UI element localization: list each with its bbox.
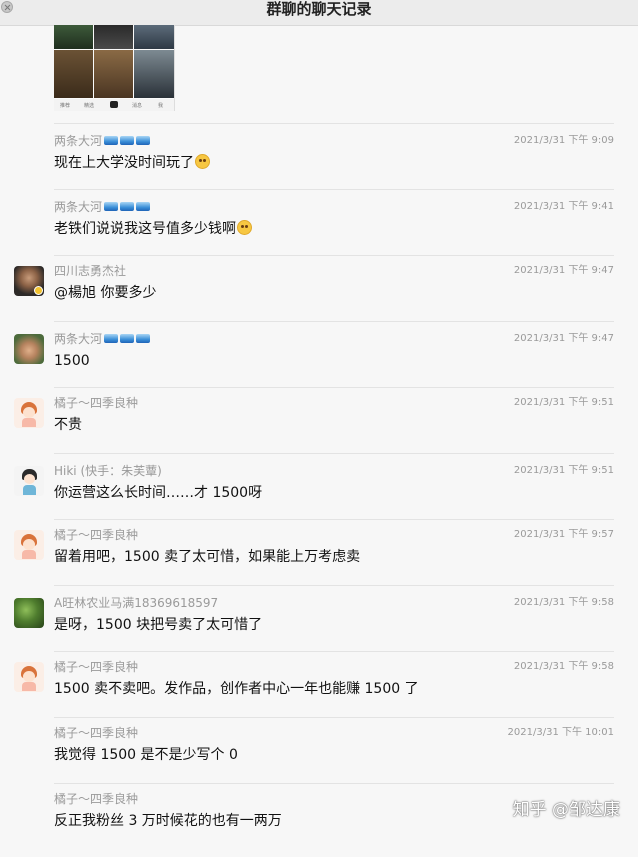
message-text: 1500 卖不卖吧。发作品，创作者中心一年也能赚 1500 了: [54, 681, 419, 697]
message-text: 是呀，1500 块把号卖了太可惜了: [54, 617, 263, 633]
message-time: 2021/3/31 下午 9:41: [513, 201, 614, 212]
separator: [54, 387, 614, 388]
message-time: 2021/3/31 下午 10:01: [507, 727, 614, 738]
window-titlebar: 群聊的聊天记录: [0, 0, 638, 26]
avatar[interactable]: [14, 334, 44, 364]
wave-emoji-badges: [104, 332, 152, 348]
zany-face-icon: [237, 220, 252, 235]
avatar[interactable]: [14, 466, 44, 496]
separator: [54, 255, 614, 256]
separator: [54, 321, 614, 322]
message-time: 2021/3/31 下午 9:51: [513, 397, 614, 408]
verified-badge-icon: [34, 286, 43, 295]
message-text: 反正我粉丝 3 万时候花的也有一两万: [54, 813, 282, 829]
thumbnail-tab: 推荐: [60, 103, 71, 109]
thumbnail-tabbar: 推荐 精选 消息 我: [54, 99, 174, 111]
wave-emoji-badges: [104, 200, 152, 216]
sender-name: A旺林农业马满18369618597: [54, 596, 219, 610]
message-text: 现在上大学没时间玩了: [54, 153, 210, 173]
shared-image-thumbnail[interactable]: 推荐 精选 消息 我: [54, 25, 175, 111]
message-time: 2021/3/31 下午 9:47: [513, 265, 614, 276]
thumbnail-tab: 精选: [84, 103, 95, 109]
separator: [54, 585, 614, 586]
chat-message[interactable]: 橘子～四季良种 2021/3/31 下午 10:01 我觉得 1500 是不是少…: [0, 725, 638, 791]
chat-message[interactable]: 橘子～四季良种 2021/3/31 下午 9:58 1500 卖不卖吧。发作品，…: [0, 659, 638, 725]
sender-name: 两条大河: [54, 331, 152, 348]
separator: [54, 519, 614, 520]
watermark: 知乎 @邹达康: [512, 800, 620, 820]
message-time: 2021/3/31 下午 9:51: [513, 465, 614, 476]
avatar[interactable]: [14, 598, 44, 628]
message-time: 2021/3/31 下午 9:57: [513, 529, 614, 540]
sender-name: 两条大河: [54, 199, 152, 216]
message-text: 我觉得 1500 是不是少写个 0: [54, 747, 238, 763]
message-text: 你运营这么长时间……才 1500呀: [54, 485, 263, 501]
sender-name: 四川志勇杰社: [54, 264, 127, 278]
chat-message[interactable]: 橘子～四季良种 2021/3/31 下午 9:51 不贵: [0, 395, 638, 461]
camera-icon: [110, 101, 118, 108]
thumbnail-tab: 消息: [132, 103, 143, 109]
message-time: 2021/3/31 下午 9:09: [513, 135, 614, 146]
separator: [54, 717, 614, 718]
message-time: 2021/3/31 下午 9:58: [513, 597, 614, 608]
message-text: 留着用吧，1500 卖了太可惜，如果能上万考虑卖: [54, 549, 361, 565]
sender-name: 橘子～四季良种: [54, 792, 139, 806]
message-time: 2021/3/31 下午 9:47: [513, 333, 614, 344]
flushed-face-icon: [195, 154, 210, 169]
avatar[interactable]: [14, 662, 44, 692]
message-text: 1500: [54, 353, 90, 369]
message-text: 不贵: [54, 417, 82, 433]
separator: [54, 783, 614, 784]
message-text: 老铁们说说我这号值多少钱啊: [54, 219, 252, 239]
separator: [54, 651, 614, 652]
window-title: 群聊的聊天记录: [266, 0, 372, 18]
separator: [54, 453, 614, 454]
sender-name: 橘子～四季良种: [54, 726, 139, 740]
avatar[interactable]: [14, 266, 44, 296]
sender-name: 橘子～四季良种: [54, 528, 139, 542]
message-text: @楊旭 你要多少: [54, 285, 157, 301]
sender-name: 橘子～四季良种: [54, 396, 139, 410]
separator: [54, 189, 614, 190]
thumbnail-tab: 我: [158, 103, 164, 109]
avatar[interactable]: [14, 398, 44, 428]
avatar[interactable]: [14, 530, 44, 560]
chat-message[interactable]: 四川志勇杰社 2021/3/31 下午 9:47 @楊旭 你要多少: [0, 263, 638, 329]
sender-name: Hiki (快手：朱芙蕈): [54, 464, 162, 478]
sender-name: 橘子～四季良种: [54, 660, 139, 674]
sender-name: 两条大河: [54, 133, 152, 150]
message-time: 2021/3/31 下午 9:58: [513, 661, 614, 672]
separator: [54, 123, 614, 124]
chat-message[interactable]: 橘子～四季良种 2021/3/31 下午 9:57 留着用吧，1500 卖了太可…: [0, 527, 638, 593]
wave-emoji-badges: [104, 134, 152, 150]
